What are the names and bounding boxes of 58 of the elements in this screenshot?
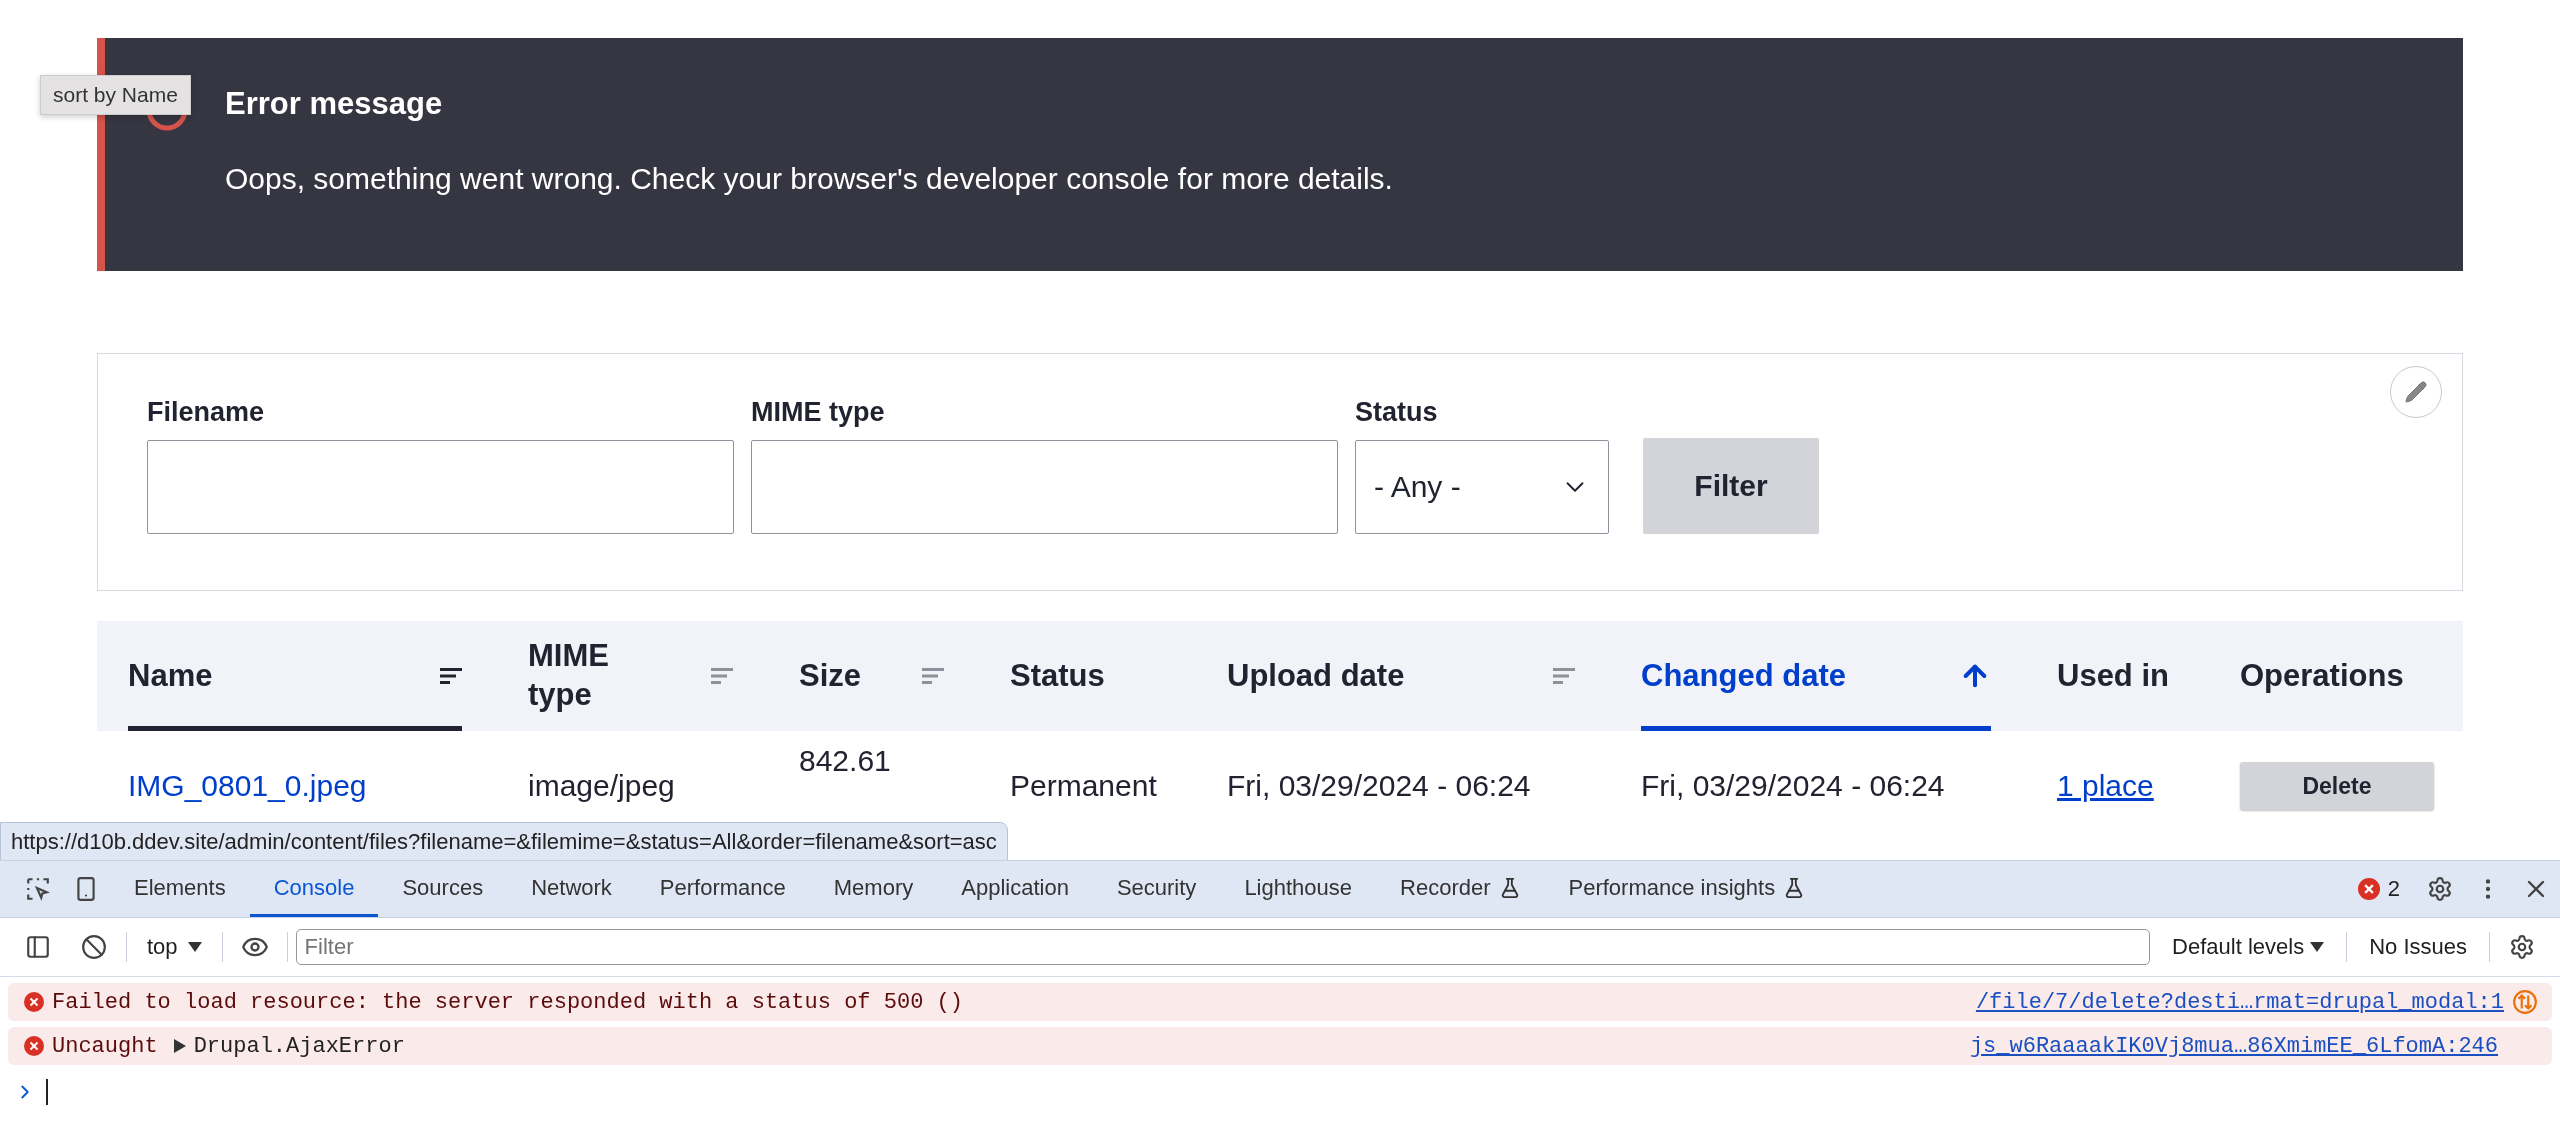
devtools-tab[interactable]: Console (249, 861, 379, 917)
error-label: Uncaught (52, 1033, 158, 1059)
devtools-tab[interactable]: Performance insights (1544, 861, 1830, 917)
table-cell: Fri, 03/29/2024 - 06:24 (1641, 769, 1945, 803)
table-cell: Fri, 03/29/2024 - 06:24 (1227, 769, 1531, 803)
dropdown-triangle-icon (187, 942, 202, 952)
error-count[interactable]: 2 (2341, 861, 2416, 917)
field-label: MIME type (751, 397, 886, 428)
file-link[interactable]: IMG_0801_0.jpeg (128, 769, 367, 803)
pencil-icon (2404, 380, 2428, 404)
error-icon (24, 1036, 44, 1056)
source-link[interactable]: js_w6RaaaakIK0Vj8mua…86XmimEE_6LfomA:246 (1969, 1033, 2498, 1059)
expand-icon[interactable] (173, 1039, 186, 1053)
field-label: Filename (147, 397, 266, 428)
devtools-tab[interactable]: Memory (809, 861, 938, 917)
table-cell: 842.61 (799, 744, 891, 778)
clear-icon[interactable] (81, 934, 107, 960)
devtools-tab[interactable]: Performance (635, 861, 810, 917)
sort-icon (440, 668, 462, 684)
sort-icon (922, 668, 944, 684)
devtools-tab[interactable]: Application (937, 861, 1093, 917)
tooltip: sort by Name (40, 75, 191, 115)
error-text: Drupal.AjaxError (193, 1033, 405, 1059)
filter-button[interactable]: Filter (1643, 438, 1819, 534)
sort-icon (1553, 668, 1575, 684)
text-field[interactable] (147, 440, 734, 534)
text-field[interactable] (751, 440, 1338, 534)
devtools-tab[interactable]: Sources (378, 861, 508, 917)
filter-field[interactable]: Filter (295, 929, 2151, 965)
error-icon (2357, 878, 2380, 900)
context-select[interactable]: top (135, 934, 214, 960)
status-url: https://d10b.ddev.site/admin/content/files?filename=&filemime=&status=All&order=filename&sort=asc (0, 822, 1008, 860)
table-cell: Permanent (1010, 769, 1157, 803)
settings-icon[interactable] (2509, 934, 2535, 960)
status-select[interactable]: - Any - (1355, 440, 1609, 534)
error-text: Oops, something went wrong. Check your browser's developer console for more details. (225, 162, 1394, 196)
dropdown-triangle-icon (2310, 942, 2325, 952)
text-cursor (46, 1079, 48, 1105)
error-icon (24, 992, 44, 1012)
inspect-icon[interactable] (25, 876, 51, 902)
devtools-tab[interactable]: Elements (110, 861, 250, 917)
devtools-tab[interactable]: Security (1092, 861, 1221, 917)
table-cell: image/jpeg (528, 769, 675, 803)
source-link[interactable]: /file/7/delete?desti…rmat=drupal_modal:1 (1975, 989, 2504, 1015)
levels-dropdown[interactable]: Default levels (2158, 934, 2339, 960)
devtools-tab[interactable]: Recorder (1376, 861, 1545, 917)
delete-button[interactable]: Delete (2240, 762, 2434, 810)
settings-icon[interactable] (2427, 876, 2453, 902)
field-label: Status (1355, 397, 1439, 428)
error-title: Error message (225, 86, 444, 122)
network-icon (2512, 989, 2538, 1015)
devtools-tab[interactable]: Lighthouse (1220, 861, 1377, 917)
issues-button[interactable]: No Issues (2355, 934, 2481, 960)
devtools-tab[interactable]: Network (507, 861, 636, 917)
error-text: Failed to load resource: the server responded with a status of 500 () (52, 989, 963, 1015)
sidebar-icon[interactable] (25, 934, 51, 960)
sort-icon (711, 668, 733, 684)
file-link[interactable]: 1 place (2057, 769, 2154, 803)
